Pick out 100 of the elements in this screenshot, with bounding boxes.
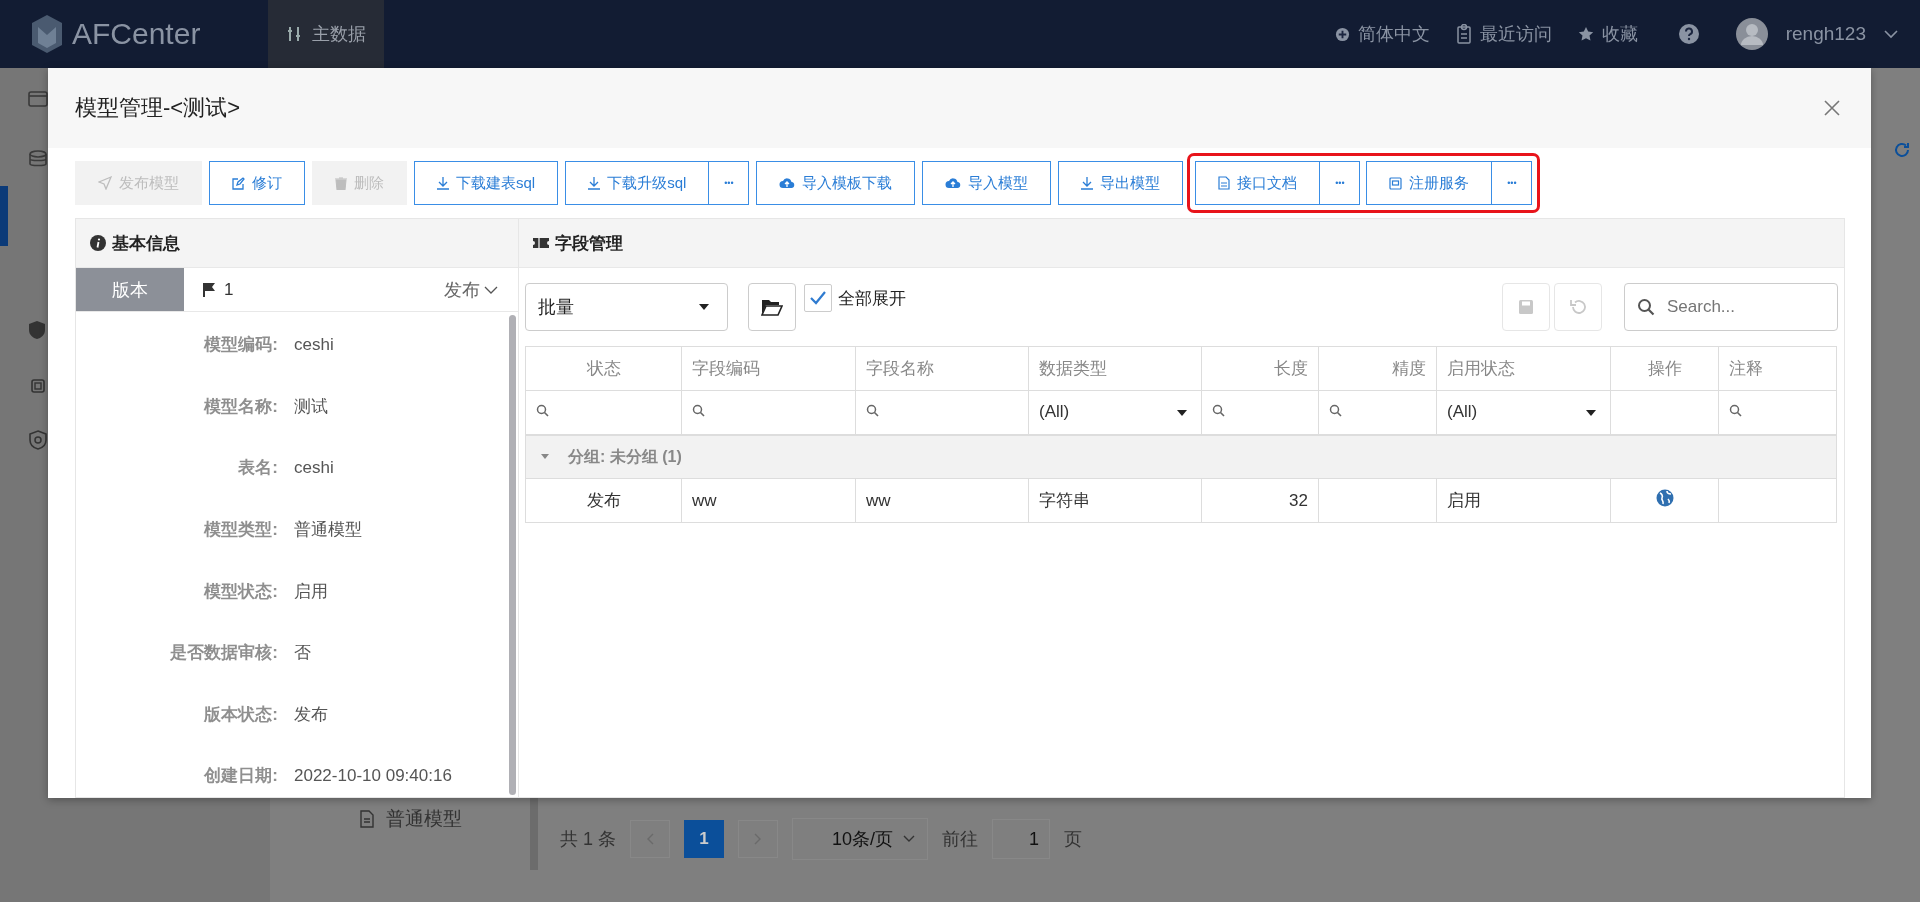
toolbar-button[interactable]: 导入模板下载 [756, 161, 916, 205]
column-header[interactable]: 数据类型 [1028, 346, 1202, 391]
tools-icon [286, 26, 303, 42]
chevron-down-icon [484, 285, 498, 294]
ticket-icon [533, 237, 549, 249]
table-cell: 32 [1201, 478, 1319, 523]
search-field[interactable]: Search... [1624, 283, 1838, 331]
column-header[interactable]: 状态 [525, 346, 682, 391]
more-button[interactable]: ••• [1492, 161, 1533, 205]
checkbox-label: 全部展开 [838, 287, 906, 310]
checkbox[interactable] [804, 284, 832, 312]
page-size-select[interactable]: 10条/页 [792, 818, 928, 860]
field-value: 2022-10-10 09:40:16 [294, 765, 452, 786]
globe-icon[interactable] [1655, 489, 1674, 507]
chip-icon[interactable] [28, 376, 48, 396]
toolbar-button[interactable]: 接口文档 [1195, 161, 1321, 205]
column-header[interactable]: 字段名称 [855, 346, 1029, 391]
batch-select[interactable]: 批量 [525, 283, 728, 331]
active-menu-marker [0, 186, 8, 246]
collapse-caret-icon[interactable] [540, 453, 550, 461]
table-cell: ww [855, 478, 1029, 523]
folder-icon [761, 298, 783, 316]
goto-page-field[interactable]: 1 [992, 819, 1050, 859]
version-number: 1 [224, 279, 234, 300]
filter-cell[interactable] [1318, 390, 1437, 435]
edit-icon [232, 176, 245, 190]
field-value: 测试 [294, 395, 328, 418]
folder-button[interactable] [748, 283, 796, 331]
field-label: 模型编码: [203, 334, 278, 357]
search-icon [1637, 298, 1655, 316]
filter-select[interactable]: (All) [1436, 390, 1611, 435]
column-header[interactable]: 精度 [1318, 346, 1437, 391]
toolbar-button[interactable]: 下载升级sql [565, 161, 710, 205]
column-header[interactable]: 长度 [1201, 346, 1319, 391]
field-value: ceshi [294, 334, 334, 355]
toolbar-button[interactable]: 导出模型 [1058, 161, 1184, 205]
scrollbar[interactable] [509, 315, 516, 795]
search-icon [1729, 404, 1742, 418]
toolbar-button[interactable]: 注册服务 [1366, 161, 1493, 205]
refresh-icon[interactable] [1892, 140, 1912, 160]
toolbar-button[interactable]: 修订 [209, 161, 305, 205]
document-icon [1218, 176, 1231, 190]
field-label: 模型类型: [203, 519, 278, 542]
info-icon [90, 235, 106, 251]
toolbar-button[interactable]: 下载建表sql [414, 161, 559, 205]
wallet-icon[interactable] [28, 90, 48, 108]
search-icon [536, 404, 549, 418]
user-name[interactable]: rengh123 [1785, 23, 1866, 45]
chevron-down-icon[interactable] [1884, 29, 1898, 39]
help-icon[interactable] [1677, 23, 1700, 45]
filter-cell[interactable] [1718, 390, 1837, 435]
toolbar-button[interactable]: 导入模型 [922, 161, 1052, 205]
more-button[interactable]: ••• [1320, 161, 1361, 205]
version-status-select[interactable]: 发布 [438, 276, 504, 303]
filter-cell[interactable] [681, 390, 856, 435]
header-link[interactable]: 简体中文 [1330, 22, 1434, 46]
field-label: 模型名称: [203, 395, 278, 418]
field-value: 普通模型 [294, 519, 362, 542]
undo-icon [1569, 298, 1587, 316]
filter-select[interactable]: (All) [1028, 390, 1202, 435]
column-header[interactable]: 注释 [1718, 346, 1837, 391]
database-icon[interactable] [28, 150, 48, 168]
avatar-icon[interactable] [1735, 18, 1768, 50]
download-icon [1081, 176, 1094, 190]
close-icon[interactable] [1823, 99, 1841, 117]
page-number[interactable]: 1 [684, 820, 724, 858]
send-icon [98, 176, 112, 190]
field-label: 创建日期: [203, 765, 278, 788]
save-icon [1518, 299, 1534, 315]
more-button[interactable]: ••• [709, 161, 750, 205]
star-icon [1577, 26, 1594, 42]
filter-cell[interactable] [1201, 390, 1319, 435]
panel-title: 基本信息 [112, 232, 180, 255]
tree-item[interactable]: 普通模型 [360, 800, 530, 832]
field-value: 发布 [294, 703, 328, 726]
clipboard-icon [1455, 24, 1472, 44]
search-icon [1329, 404, 1342, 418]
check-icon [810, 291, 826, 305]
header-link[interactable]: 收藏 [1573, 22, 1642, 46]
column-header[interactable]: 启用状态 [1436, 346, 1611, 391]
caret-down-icon [699, 304, 709, 310]
logo-icon [30, 15, 64, 53]
filter-cell[interactable] [855, 390, 1029, 435]
caret-down-icon [1586, 410, 1596, 416]
shield-search-icon[interactable] [28, 430, 48, 450]
column-header[interactable]: 字段编码 [681, 346, 856, 391]
field-value: 否 [294, 642, 311, 665]
caret-down-icon [1177, 410, 1187, 416]
filter-cell[interactable] [525, 390, 682, 435]
header-link[interactable]: 最近访问 [1451, 22, 1556, 46]
shield-icon[interactable] [28, 320, 46, 340]
table-cell: 发布 [525, 478, 682, 523]
field-value: 启用 [294, 580, 328, 603]
field-value: ceshi [294, 458, 334, 478]
field-label: 模型状态: [203, 580, 278, 603]
document-icon [360, 810, 374, 828]
field-label: 版本状态: [203, 703, 278, 726]
column-header[interactable]: 操作 [1610, 346, 1719, 391]
page-suffix: 页 [1064, 828, 1082, 851]
nav-tab[interactable]: 主数据 [268, 0, 385, 68]
